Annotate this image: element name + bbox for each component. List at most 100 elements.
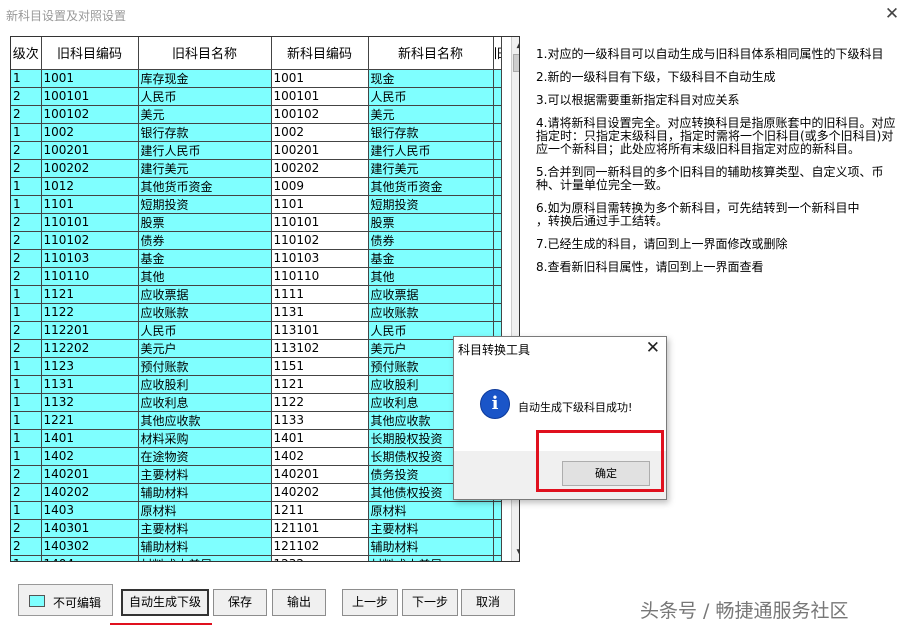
cell-new-code[interactable]: 1002 (271, 123, 369, 142)
cell-new-code[interactable]: 1131 (271, 303, 369, 322)
auto-generate-button[interactable]: 自动生成下级 (121, 589, 209, 616)
scroll-thumb[interactable] (513, 54, 519, 72)
cell-level: 2 (11, 465, 42, 484)
table-row[interactable]: 11404材料成本差异1232材料成本差异 (11, 555, 502, 561)
cell-old-name: 主要材料 (138, 465, 272, 484)
cell-old-code: 140302 (41, 537, 139, 556)
table-row[interactable]: 1 1121 应收票据 1111 应收票据 (11, 285, 502, 304)
cell-new-code[interactable]: 1121 (271, 375, 369, 394)
cell-new-code[interactable]: 1232 (271, 555, 369, 561)
dialog-message: 自动生成下级科目成功! (518, 401, 633, 414)
table-row[interactable]: 2 110101 股票 110101 股票 (11, 213, 502, 232)
scroll-down-icon[interactable]: ▼ (512, 545, 519, 561)
cell-level: 2 (11, 339, 42, 358)
cell-old-name: 主要材料 (138, 519, 272, 538)
table-row[interactable]: 2 112201 人民币 113101 人民币 (11, 321, 502, 340)
cell-old-name: 应收票据 (138, 285, 272, 304)
cell-old-code: 140202 (41, 483, 139, 502)
cell-old-truncated (493, 177, 502, 196)
table-row[interactable]: 2 100102 美元 100102 美元 (11, 105, 502, 124)
table-row[interactable]: 2 110103 基金 110103 基金 (11, 249, 502, 268)
cell-old-code: 100201 (41, 141, 139, 160)
table-row[interactable]: 2 140302 辅助材料 121102 辅助材料 (11, 537, 502, 556)
cell-new-code[interactable]: 110101 (271, 213, 369, 232)
cell-level: 2 (11, 231, 42, 250)
cell-new-code[interactable]: 113101 (271, 321, 369, 340)
cell-level: 1 (11, 357, 42, 376)
cancel-button[interactable]: 取消 (461, 589, 515, 616)
export-button[interactable]: 输出 (272, 589, 326, 616)
cell-level: 1 (11, 447, 42, 466)
cell-new-code[interactable]: 110102 (271, 231, 369, 250)
cell-new-code[interactable]: 1151 (271, 357, 369, 376)
cell-new-code[interactable]: 121102 (271, 537, 369, 556)
cell-level: 2 (11, 537, 42, 556)
dialog-title: 科目转换工具 (458, 343, 531, 357)
table-row[interactable]: 1 1403 原材料 1211 原材料 (11, 501, 502, 520)
cell-new-code[interactable]: 1001 (271, 69, 369, 88)
cell-new-code[interactable]: 1101 (271, 195, 369, 214)
cell-old-truncated (493, 105, 502, 124)
cell-old-code: 140201 (41, 465, 139, 484)
table-row[interactable]: 1 1131 应收股利 1121 应收股利 (11, 375, 502, 394)
cell-new-code[interactable]: 113102 (271, 339, 369, 358)
cell-new-code[interactable]: 1133 (271, 411, 369, 430)
cell-old-truncated (493, 555, 502, 561)
cell-new-name: 材料成本差异 (368, 555, 494, 561)
accounts-grid: 级次 旧科目编码 旧科目名称 新科目编码 新科目名称 旧 11001库存现金10… (10, 36, 520, 562)
cell-new-code[interactable]: 140202 (271, 483, 369, 502)
table-row[interactable]: 2 140202 辅助材料 140202 其他债权投资 (11, 483, 502, 502)
cell-new-code[interactable]: 1111 (271, 285, 369, 304)
cell-new-code[interactable]: 1402 (271, 447, 369, 466)
table-row[interactable]: 1 1012 其他货币资金 1009 其他货币资金 (11, 177, 502, 196)
save-button[interactable]: 保存 (213, 589, 267, 616)
table-row[interactable]: 1 1132 应收利息 1122 应收利息 (11, 393, 502, 412)
cell-new-name: 现金 (368, 69, 494, 88)
instruction-4: 4.请将新科目设置完全。对应转换科目是指原账套中的旧科目。对应 指定时：只指定末… (536, 116, 896, 156)
table-row[interactable]: 1 1122 应收账款 1131 应收账款 (11, 303, 502, 322)
cell-old-name: 建行人民币 (138, 141, 272, 160)
cell-new-code[interactable]: 110110 (271, 267, 369, 286)
cell-old-code: 1101 (41, 195, 139, 214)
table-row[interactable]: 2 100201 建行人民币 100201 建行人民币 (11, 141, 502, 160)
cell-old-truncated (493, 267, 502, 286)
cell-old-code: 1121 (41, 285, 139, 304)
cell-new-code[interactable]: 1122 (271, 393, 369, 412)
table-row[interactable]: 2 112202 美元户 113102 美元户 (11, 339, 502, 358)
next-step-button[interactable]: 下一步 (402, 589, 458, 616)
cell-new-code[interactable]: 100102 (271, 105, 369, 124)
scroll-up-icon[interactable]: ▲ (512, 37, 519, 53)
cell-new-code[interactable]: 140201 (271, 465, 369, 484)
cell-new-code[interactable]: 1401 (271, 429, 369, 448)
cell-new-code[interactable]: 100101 (271, 87, 369, 106)
table-row[interactable]: 1 1001 库存现金 1001 现金 (11, 69, 502, 88)
cell-new-name: 人民币 (368, 87, 494, 106)
prev-step-button[interactable]: 上一步 (342, 589, 398, 616)
table-row[interactable]: 2 100101 人民币 100101 人民币 (11, 87, 502, 106)
cell-new-code[interactable]: 100202 (271, 159, 369, 178)
cell-new-code[interactable]: 121101 (271, 519, 369, 538)
table-row[interactable]: 1 1002 银行存款 1002 银行存款 (11, 123, 502, 142)
window-close-icon[interactable]: ✕ (882, 4, 902, 24)
cell-old-name: 人民币 (138, 321, 272, 340)
cell-old-name: 美元 (138, 105, 272, 124)
table-row[interactable]: 2 100202 建行美元 100202 建行美元 (11, 159, 502, 178)
table-row[interactable]: 2 140301 主要材料 121101 主要材料 (11, 519, 502, 538)
cell-old-code: 112202 (41, 339, 139, 358)
success-dialog: 科目转换工具 ✕ i 自动生成下级科目成功! 确定 (453, 336, 667, 500)
table-row[interactable]: 2 140201 主要材料 140201 债务投资 (11, 465, 502, 484)
cell-new-code[interactable]: 100201 (271, 141, 369, 160)
cell-old-name: 预付账款 (138, 357, 272, 376)
cell-new-code[interactable]: 110103 (271, 249, 369, 268)
cell-new-code[interactable]: 1009 (271, 177, 369, 196)
table-row[interactable]: 1 1401 材料采购 1401 长期股权投资 (11, 429, 502, 448)
dialog-close-icon[interactable]: ✕ (646, 338, 660, 358)
cell-old-name: 人民币 (138, 87, 272, 106)
table-row[interactable]: 1 1123 预付账款 1151 预付账款 (11, 357, 502, 376)
table-row[interactable]: 1 1101 短期投资 1101 短期投资 (11, 195, 502, 214)
cell-new-code[interactable]: 1211 (271, 501, 369, 520)
table-row[interactable]: 1 1221 其他应收款 1133 其他应收款 (11, 411, 502, 430)
table-row[interactable]: 2 110102 债券 110102 债券 (11, 231, 502, 250)
table-row[interactable]: 2 110110 其他 110110 其他 (11, 267, 502, 286)
table-row[interactable]: 1 1402 在途物资 1402 长期债权投资 (11, 447, 502, 466)
